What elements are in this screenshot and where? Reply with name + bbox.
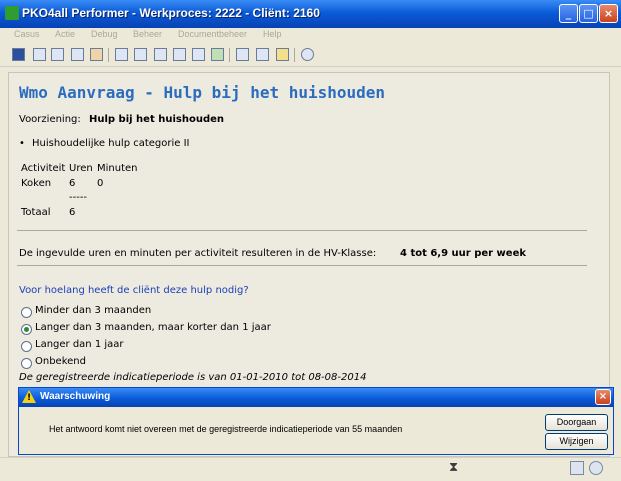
bullet: • — [19, 138, 25, 149]
menu-debug[interactable]: Debug — [91, 29, 118, 39]
option-label-2[interactable]: Langer dan 3 maanden, maar korter dan 1 … — [35, 322, 271, 333]
table-separator: ----- — [69, 192, 88, 203]
table-header-uren: Uren — [69, 163, 93, 174]
save-icon[interactable] — [12, 48, 25, 61]
menu-help[interactable]: Help — [263, 29, 282, 39]
status-bar: ⧗ — [0, 457, 621, 481]
hourglass-icon: ⧗ — [449, 460, 459, 475]
option-label-1[interactable]: Minder dan 3 maanden — [35, 305, 151, 316]
menu-bar: Casus Actie Debug Beheer Documentbeheer … — [0, 28, 621, 42]
divider — [17, 265, 587, 266]
previous-icon[interactable] — [51, 48, 64, 61]
document-icon[interactable] — [173, 48, 186, 61]
result-value: 4 tot 6,9 uur per week — [400, 248, 527, 259]
table-header-minuten: Minuten — [97, 163, 138, 174]
radio-onbekend[interactable] — [21, 358, 32, 369]
dialog-title-bar: ! Waarschuwing × — [19, 388, 613, 407]
maximize-button[interactable]: □ — [579, 4, 598, 23]
list-icon[interactable] — [154, 48, 167, 61]
table-cell-hours: 6 — [69, 178, 76, 189]
table-cell-minutes: 0 — [97, 178, 104, 189]
next-icon[interactable] — [71, 48, 84, 61]
voorziening-label: Voorziening: — [19, 114, 81, 125]
menu-beheer[interactable]: Beheer — [133, 29, 162, 39]
toolbar-separator — [229, 48, 230, 62]
export-icon[interactable] — [256, 48, 269, 61]
title-bar: PKO4all Performer - Werkproces: 2222 - C… — [0, 0, 621, 28]
minimize-button[interactable]: _ — [559, 4, 578, 23]
wijzigen-button[interactable]: Wijzigen — [545, 433, 608, 450]
close-button[interactable]: × — [599, 4, 618, 23]
menu-actie[interactable]: Actie — [55, 29, 75, 39]
toolbar — [0, 44, 621, 67]
tree-icon — [5, 6, 19, 20]
option-label-4[interactable]: Onbekend — [35, 356, 86, 367]
table-cell-activity: Koken — [21, 178, 52, 189]
window-title: PKO4all Performer - Werkproces: 2222 - C… — [22, 6, 320, 20]
menu-documentbeheer[interactable]: Documentbeheer — [178, 29, 247, 39]
table-header-activiteit: Activiteit — [21, 163, 66, 174]
globe-icon[interactable] — [301, 48, 314, 61]
menu-casus[interactable]: Casus — [14, 29, 40, 39]
sort-icon[interactable] — [115, 48, 128, 61]
period-note: De geregistreerde indicatieperiode is va… — [19, 372, 367, 383]
table-total-value: 6 — [69, 207, 76, 218]
doorgaan-button[interactable]: Doorgaan — [545, 414, 608, 431]
category-text: Huishoudelijke hulp categorie II — [32, 138, 190, 149]
radio-langer-dan-1-jaar[interactable] — [21, 341, 32, 352]
radio-minder-dan-3-maanden[interactable] — [21, 307, 32, 318]
radio-selected-dot — [24, 327, 29, 332]
toolbar-separator — [294, 48, 295, 62]
settings-icon[interactable] — [276, 48, 289, 61]
warning-icon-mark: ! — [27, 393, 32, 403]
first-icon[interactable] — [33, 48, 46, 61]
dialog-title: Waarschuwing — [40, 391, 111, 402]
refresh-icon[interactable] — [211, 48, 224, 61]
question-text: Voor hoelang heeft de cliënt deze hulp n… — [19, 285, 249, 296]
chart-icon[interactable] — [570, 461, 584, 475]
warning-dialog: ! Waarschuwing × Het antwoord komt niet … — [18, 387, 614, 455]
radio-langer-dan-3-maanden[interactable] — [21, 324, 32, 335]
edit-icon[interactable] — [90, 48, 103, 61]
voorziening-value: Hulp bij het huishouden — [89, 114, 224, 125]
divider — [17, 230, 587, 231]
dialog-close-button[interactable]: × — [595, 389, 611, 405]
option-label-3[interactable]: Langer dan 1 jaar — [35, 339, 124, 350]
result-text: De ingevulde uren en minuten per activit… — [19, 248, 377, 259]
gear-icon[interactable] — [589, 461, 603, 475]
tree-expand-icon[interactable] — [134, 48, 147, 61]
form-icon[interactable] — [192, 48, 205, 61]
toolbar-separator — [108, 48, 109, 62]
window-icon[interactable] — [236, 48, 249, 61]
dialog-message: Het antwoord komt niet overeen met de ge… — [49, 424, 403, 434]
page-title: Wmo Aanvraag - Hulp bij het huishouden — [19, 83, 386, 102]
table-total-label: Totaal — [21, 207, 51, 218]
